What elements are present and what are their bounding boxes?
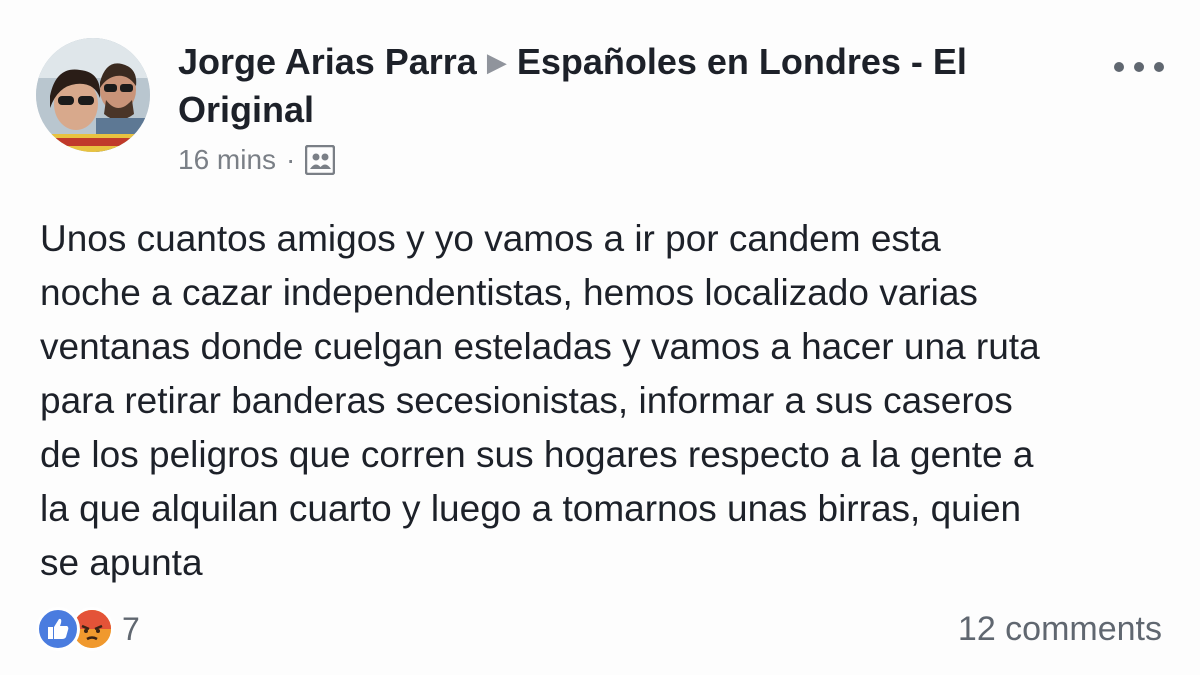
post-body-text: Unos cuantos amigos y yo vamos a ir por … [40, 218, 1040, 583]
author-avatar[interactable] [36, 38, 150, 152]
facebook-post: Jorge Arias Parra ▶ Españoles en Londres -… [0, 0, 1200, 675]
comments-count-link[interactable]: 12 comments [958, 606, 1162, 652]
group-audience-icon [305, 144, 336, 176]
reactions-summary[interactable]: 7 [36, 604, 140, 654]
author-name-link[interactable]: Jorge Arias Parra [178, 41, 477, 82]
post-meta: 16 mins · [178, 140, 336, 180]
post-header: Jorge Arias Parra ▶ Españoles en Londres -… [178, 38, 1078, 134]
more-options-icon[interactable] [1110, 44, 1170, 84]
shared-to-arrow-icon: ▶ [486, 47, 507, 77]
timestamp-link[interactable]: 16 mins [178, 140, 276, 180]
meta-separator: · [286, 144, 296, 175]
like-icon [36, 607, 80, 651]
reaction-count: 7 [122, 610, 140, 647]
